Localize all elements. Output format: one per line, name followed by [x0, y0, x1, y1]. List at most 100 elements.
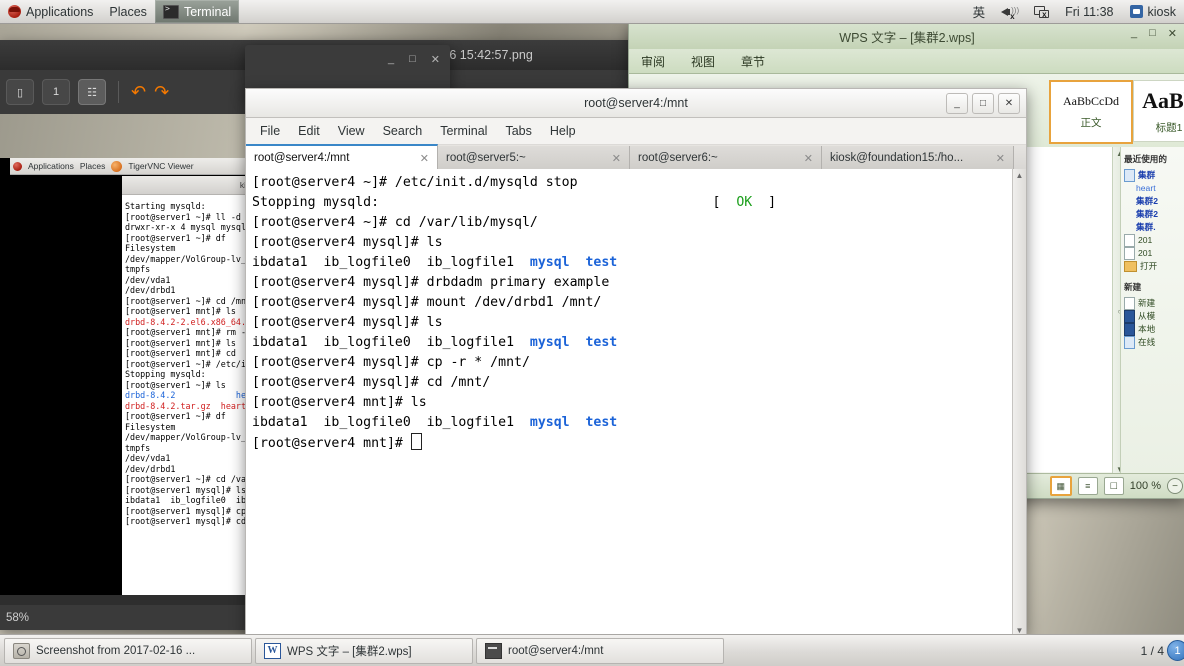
- menu-help[interactable]: Help: [550, 124, 576, 138]
- terminal-tab-0[interactable]: root@server4:/mnt ✕: [246, 144, 438, 170]
- nested-window-label: TigerVNC Viewer: [128, 161, 194, 171]
- terminal-tab-3[interactable]: kiosk@foundation15:/ho... ✕: [822, 146, 1014, 170]
- taskbar-item-wps[interactable]: W WPS 文字 – [集群2.wps]: [255, 637, 473, 664]
- taskbar-item-screenshot[interactable]: Screenshot from 2017-02-16 ...: [4, 637, 252, 664]
- close-icon[interactable]: ✕: [431, 53, 440, 66]
- zoom-fit-icon[interactable]: ▯: [6, 79, 34, 105]
- maximize-icon[interactable]: □: [409, 53, 416, 66]
- style-normal[interactable]: AaBbCcDd 正文: [1049, 80, 1133, 144]
- terminal-text: [root@server4 mysql]# cd /mnt/: [252, 375, 491, 390]
- outline-view-icon[interactable]: ≡: [1077, 477, 1098, 495]
- places-menu[interactable]: Places: [101, 0, 155, 23]
- window-list-terminal[interactable]: Terminal: [154, 0, 240, 23]
- nested-applications-label: Applications: [28, 161, 74, 171]
- rotate-left-icon[interactable]: ↶: [131, 83, 146, 101]
- style-heading1[interactable]: AaBb 标题1: [1133, 80, 1184, 142]
- normal-size-icon[interactable]: 1: [42, 79, 70, 105]
- terminal-tab-close-icon[interactable]: ✕: [612, 152, 621, 165]
- terminal-menubar[interactable]: File Edit View Search Terminal Tabs Help: [246, 118, 1026, 145]
- top-panel[interactable]: Applications Places Terminal 英 )))x x Fr…: [0, 0, 1184, 24]
- best-fit-icon[interactable]: ☷: [78, 79, 106, 105]
- recent-file-item[interactable]: 集群2: [1124, 195, 1182, 208]
- wps-titlebar[interactable]: WPS 文字 – [集群2.wps] _ □ ✕: [629, 23, 1184, 49]
- wps-window-buttons[interactable]: _ □ ✕: [1131, 27, 1177, 40]
- recent-file-item[interactable]: 集群2: [1124, 208, 1182, 221]
- terminal-window-buttons[interactable]: _ □ ✕: [946, 93, 1020, 114]
- terminal-tab-close-icon[interactable]: ✕: [804, 152, 813, 165]
- clock[interactable]: Fri 11:38: [1057, 0, 1121, 23]
- wps-title: WPS 文字 – [集群2.wps]: [839, 30, 975, 45]
- menu-edit[interactable]: Edit: [298, 124, 320, 138]
- terminal-tab-close-icon[interactable]: ✕: [996, 152, 1005, 165]
- terminal-window[interactable]: root@server4:/mnt _ □ ✕ File Edit View S…: [245, 88, 1027, 637]
- wps-side-panel[interactable]: 最近使用的 集群 heart 集群2 集群2 集群. 201 201 打开 新建…: [1120, 147, 1184, 480]
- taskbar-item-terminal[interactable]: root@server4:/mnt: [476, 637, 724, 664]
- terminal-output[interactable]: [root@server4 ~]# /etc/init.d/mysqld sto…: [246, 169, 1019, 637]
- scroll-up-icon[interactable]: ▲: [1016, 171, 1024, 180]
- recent-file-item[interactable]: heart: [1124, 182, 1182, 195]
- menu-view[interactable]: View: [338, 124, 365, 138]
- terminal-tab-2[interactable]: root@server6:~ ✕: [630, 146, 822, 170]
- user-label: kiosk: [1147, 4, 1176, 19]
- recent-file-item[interactable]: 集群: [1124, 169, 1182, 182]
- terminal-text: Stopping mysqld:: [252, 195, 380, 210]
- terminal-tab-1[interactable]: root@server5:~ ✕: [438, 146, 630, 170]
- terminal-cursor: [410, 433, 422, 450]
- terminal-scrollbar[interactable]: ▲ ▼: [1012, 169, 1026, 637]
- input-method-indicator[interactable]: 英: [965, 0, 994, 23]
- applications-menu[interactable]: Applications: [0, 0, 101, 23]
- minimize-icon[interactable]: _: [388, 53, 394, 66]
- menu-tabs[interactable]: Tabs: [505, 124, 531, 138]
- template-icon: [1124, 310, 1135, 323]
- document-icon: [1124, 247, 1135, 260]
- minimize-icon[interactable]: _: [1131, 27, 1137, 40]
- clock-label: Fri 11:38: [1065, 4, 1114, 19]
- menu-search[interactable]: Search: [383, 124, 423, 138]
- terminal-icon: [485, 642, 502, 659]
- new-local-item[interactable]: 本地: [1124, 323, 1182, 336]
- tab-chapter[interactable]: 章节: [741, 53, 765, 70]
- close-button[interactable]: ✕: [998, 93, 1020, 114]
- new-online-item[interactable]: 在线: [1124, 336, 1182, 349]
- recent-file-item[interactable]: 201: [1124, 247, 1182, 260]
- network-applet[interactable]: x: [1025, 0, 1057, 23]
- open-file-item[interactable]: 打开: [1124, 260, 1182, 273]
- minimize-button[interactable]: _: [946, 93, 968, 114]
- maximize-icon[interactable]: □: [1149, 27, 1156, 40]
- new-template-item[interactable]: 从模: [1124, 310, 1182, 323]
- background-window-buttons[interactable]: _ □ ✕: [388, 53, 440, 66]
- style-heading1-label: 标题1: [1155, 121, 1183, 134]
- recent-file-item[interactable]: 集群.: [1124, 221, 1182, 234]
- web-view-icon[interactable]: ☐: [1103, 477, 1124, 495]
- terminal-text: OK: [736, 195, 753, 210]
- terminal-text: test: [585, 415, 618, 430]
- terminal-line: [root@server4 ~]# cd /var/lib/mysql/: [252, 213, 1019, 233]
- workspace-badge[interactable]: 1: [1167, 640, 1184, 661]
- tab-view[interactable]: 视图: [691, 53, 715, 70]
- menu-file[interactable]: File: [260, 124, 280, 138]
- user-menu[interactable]: kiosk: [1122, 0, 1184, 23]
- terminal-tabs[interactable]: root@server4:/mnt ✕ root@server5:~ ✕ root@se…: [246, 144, 1026, 171]
- rotate-right-icon[interactable]: ↷: [154, 83, 169, 101]
- tab-review[interactable]: 审阅: [641, 53, 665, 70]
- terminal-titlebar[interactable]: root@server4:/mnt _ □ ✕: [246, 89, 1026, 118]
- new-item-label: 本地: [1138, 324, 1156, 334]
- wps-ribbon-tabs[interactable]: 审阅 视图 章节: [629, 49, 1184, 74]
- close-icon[interactable]: ✕: [1168, 27, 1177, 40]
- terminal-tab-label: root@server6:~: [638, 152, 718, 164]
- page-view-icon[interactable]: ▦: [1049, 476, 1072, 496]
- bottom-taskbar[interactable]: Screenshot from 2017-02-16 ... W WPS 文字 …: [0, 634, 1184, 666]
- new-blank-item[interactable]: 新建: [1124, 297, 1182, 310]
- recent-file-item[interactable]: 201: [1124, 234, 1182, 247]
- zoom-out-button[interactable]: −: [1167, 478, 1183, 494]
- maximize-button[interactable]: □: [972, 93, 994, 114]
- applications-label: Applications: [26, 4, 94, 19]
- volume-applet[interactable]: ))) x: [993, 0, 1025, 23]
- terminal-tab-close-icon[interactable]: ✕: [420, 152, 429, 165]
- terminal-icon: [162, 4, 179, 19]
- recent-file-label: 201: [1138, 235, 1153, 245]
- active-window-label: Terminal: [183, 4, 232, 19]
- terminal-line: [root@server4 mnt]# ls: [252, 393, 1019, 413]
- menu-terminal[interactable]: Terminal: [440, 124, 487, 138]
